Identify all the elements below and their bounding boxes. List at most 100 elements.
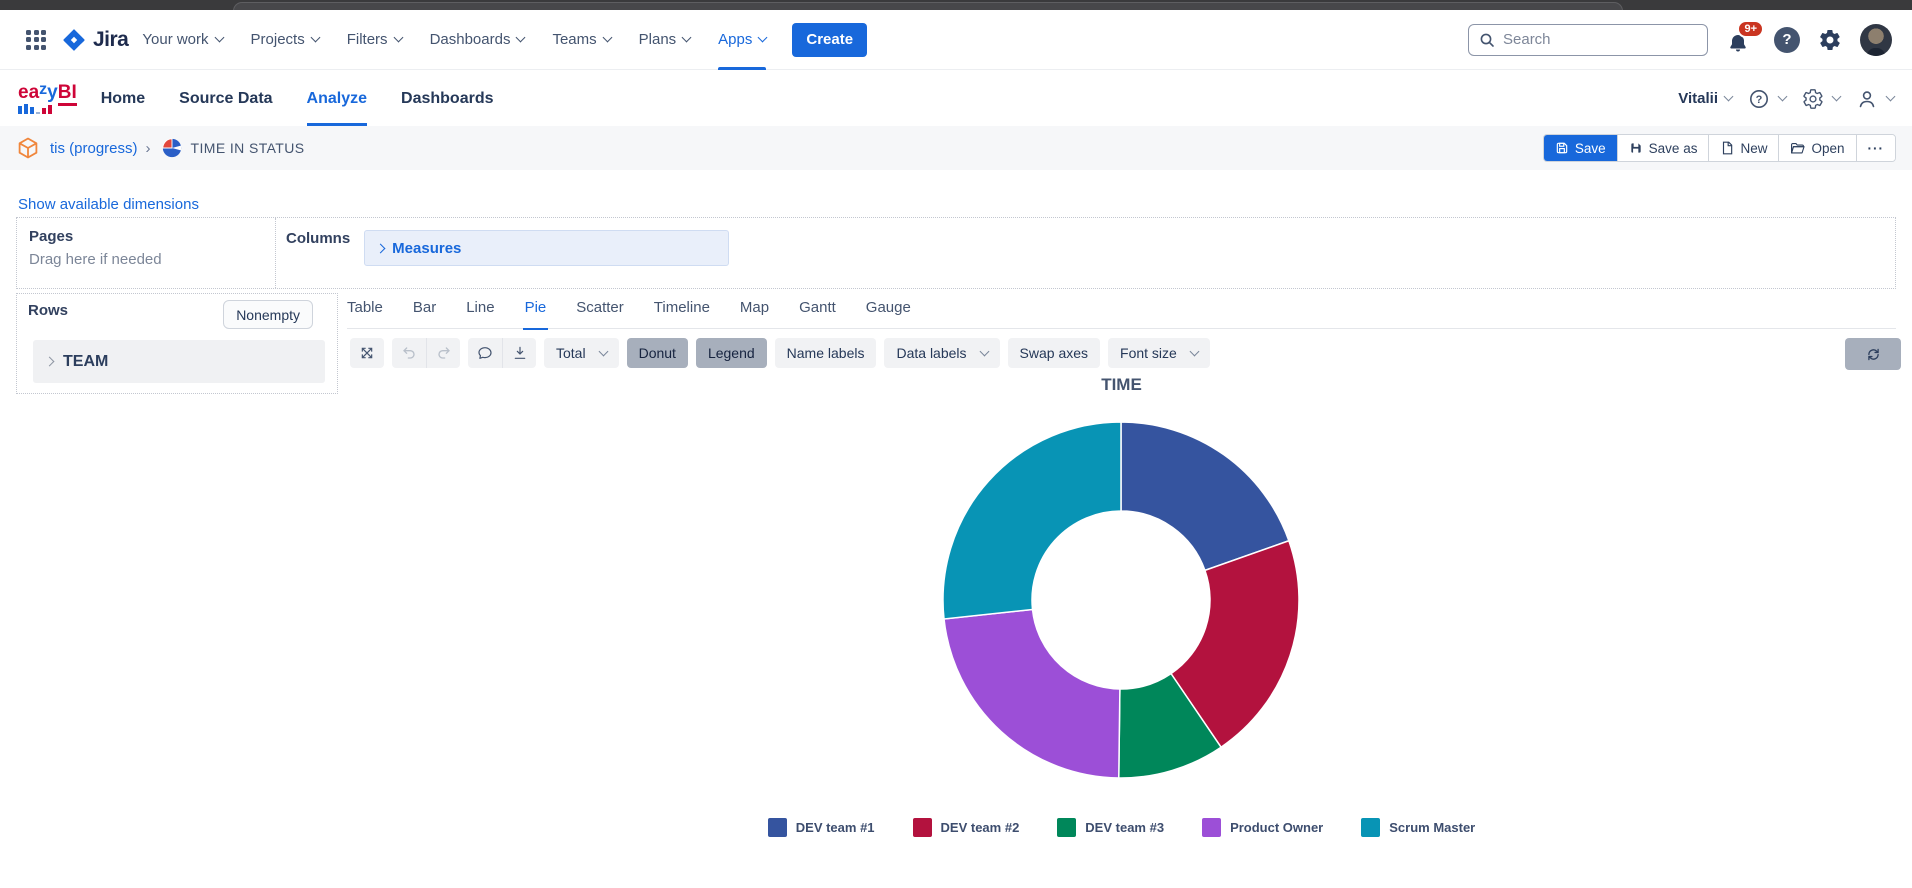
nonempty-button[interactable]: Nonempty (223, 300, 313, 329)
pie-slice-5[interactable] (942, 421, 1122, 620)
pages-hint: Drag here if needed (29, 251, 162, 268)
more-actions-button[interactable]: ··· (1855, 135, 1895, 161)
undo-icon (403, 347, 415, 359)
jira-nav-right: Search 9+ ? (1468, 19, 1892, 56)
app-grid-icon (26, 29, 46, 50)
ebi-nav-home[interactable]: Home (101, 71, 145, 126)
jira-top-nav: Jira Your work Projects Filters Dashboar… (0, 10, 1912, 70)
ebi-settings-menu[interactable] (1802, 88, 1842, 110)
chevron-down-icon (1189, 346, 1200, 356)
chevron-down-icon (1885, 91, 1896, 102)
tab-table[interactable]: Table (347, 296, 383, 329)
view-tabs: Table Bar Line Pie Scatter Timeline Map … (347, 296, 1896, 330)
nav-plans[interactable]: Plans (639, 10, 692, 70)
show-available-dimensions-link[interactable]: Show available dimensions (18, 196, 199, 213)
eazybi-logo[interactable]: eazyBI (18, 82, 77, 114)
chart-legend: DEV team #1 DEV team #2 DEV team #3 Product… (347, 818, 1896, 837)
columns-drop-zone[interactable]: Columns Measures (276, 218, 1895, 288)
open-button[interactable]: Open (1778, 135, 1856, 161)
new-file-icon (1723, 141, 1733, 155)
save-as-button[interactable]: Save as (1616, 135, 1709, 161)
search-input[interactable]: Search (1468, 23, 1708, 56)
undo-redo-group (392, 338, 460, 368)
legend-toggle[interactable]: Legend (695, 338, 767, 368)
user-menu[interactable]: Vitalii (1678, 90, 1734, 107)
tab-bar[interactable]: Bar (413, 296, 436, 329)
legend-item[interactable]: Scrum Master (1361, 818, 1475, 837)
legend-item[interactable]: DEV team #3 (1057, 818, 1164, 837)
eazybi-menu: Home Source Data Analyze Dashboards (101, 71, 493, 126)
legend-item[interactable]: DEV team #2 (912, 818, 1020, 837)
nav-your-work[interactable]: Your work (142, 10, 224, 70)
notification-badge: 9+ (1737, 19, 1764, 38)
eazybi-nav-right: Vitalii ? (1678, 88, 1896, 110)
expand-button[interactable] (350, 338, 384, 368)
tab-gantt[interactable]: Gantt (799, 296, 836, 329)
nav-projects[interactable]: Projects (251, 10, 321, 70)
chevron-down-icon (1831, 91, 1842, 102)
chevron-down-icon (1777, 91, 1788, 102)
tab-pie[interactable]: Pie (522, 296, 548, 330)
ebi-account-menu[interactable] (1856, 88, 1896, 110)
pie-report-icon (161, 138, 181, 158)
tab-gauge[interactable]: Gauge (866, 296, 911, 329)
ebi-nav-analyze[interactable]: Analyze (306, 71, 368, 126)
ellipsis-icon: ··· (1867, 140, 1884, 156)
search-placeholder: Search (1503, 31, 1551, 48)
tab-scatter[interactable]: Scatter (576, 296, 624, 329)
jira-logo-icon (63, 28, 85, 51)
pages-drop-zone[interactable]: Pages Drag here if needed (17, 218, 276, 288)
new-button[interactable]: New (1708, 135, 1779, 161)
legend-item[interactable]: Product Owner (1202, 818, 1323, 837)
notifications-button[interactable]: 9+ (1726, 19, 1764, 56)
download-icon (514, 346, 525, 359)
legend-label: DEV team #3 (1085, 820, 1165, 835)
jira-logo[interactable]: Jira (62, 28, 129, 52)
open-folder-icon (1791, 142, 1806, 153)
app-switcher-button[interactable] (20, 24, 52, 56)
swap-axes-button[interactable]: Swap axes (1007, 338, 1101, 368)
nav-dashboards[interactable]: Dashboards (430, 10, 526, 70)
settings-gear-icon[interactable] (1818, 28, 1842, 52)
rows-drop-zone[interactable]: Rows Nonempty TEAM (16, 293, 338, 394)
ebi-nav-dashboards[interactable]: Dashboards (401, 71, 493, 126)
user-avatar[interactable] (1860, 23, 1892, 56)
font-size-dropdown[interactable]: Font size (1108, 338, 1210, 368)
team-dimension-chip[interactable]: TEAM (33, 340, 325, 383)
chevron-down-icon (214, 32, 224, 43)
tab-timeline[interactable]: Timeline (654, 296, 710, 329)
tab-map[interactable]: Map (740, 296, 769, 329)
chevron-down-icon (681, 32, 692, 43)
pie-slice-4[interactable] (943, 608, 1121, 779)
name-labels-toggle[interactable]: Name labels (774, 338, 877, 368)
gear-outline-icon (1803, 88, 1823, 109)
save-button[interactable]: Save (1543, 135, 1617, 161)
data-labels-dropdown[interactable]: Data labels (884, 338, 1000, 368)
ebi-nav-source-data[interactable]: Source Data (179, 71, 272, 126)
breadcrumb-account-link[interactable]: tis (progress) (50, 140, 138, 157)
create-button[interactable]: Create (792, 22, 868, 57)
refresh-button[interactable] (1845, 338, 1901, 370)
nav-apps[interactable]: Apps (718, 10, 768, 70)
chart-title: TIME (1101, 375, 1142, 394)
help-button[interactable]: ? (1774, 26, 1800, 53)
pie-slice-1[interactable] (1120, 421, 1290, 572)
donut-toggle[interactable]: Donut (626, 338, 688, 368)
legend-item[interactable]: DEV team #1 (767, 818, 875, 837)
undo-button[interactable] (392, 338, 426, 368)
nav-filters[interactable]: Filters (347, 10, 404, 70)
report-actions: Save Save as New Open ··· (1542, 134, 1896, 162)
comment-button[interactable] (468, 338, 502, 368)
nav-teams[interactable]: Teams (552, 10, 613, 70)
legend-label: DEV team #2 (940, 820, 1020, 835)
total-dropdown[interactable]: Total (544, 338, 619, 368)
pages-label: Pages (29, 228, 74, 245)
redo-button[interactable] (426, 338, 460, 368)
legend-swatch (767, 818, 787, 837)
measures-chip[interactable]: Measures (364, 230, 730, 266)
ebi-help-menu[interactable]: ? (1748, 88, 1788, 110)
tab-line[interactable]: Line (466, 296, 494, 329)
download-button[interactable] (502, 338, 536, 368)
chart-toolbar: Total Donut Legend Name labels Data labe… (350, 338, 1210, 368)
donut-chart (942, 421, 1300, 779)
